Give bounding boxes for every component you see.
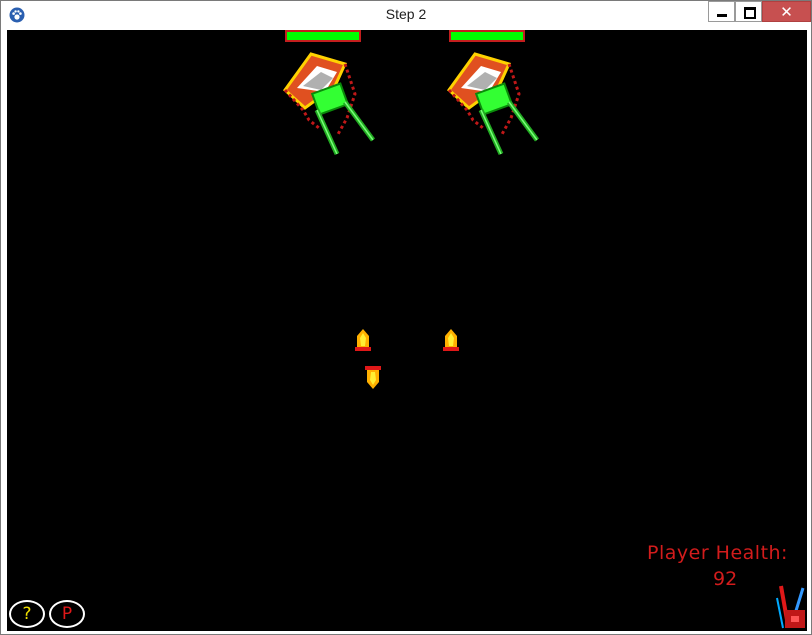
minimize-icon: [717, 14, 727, 17]
maximize-button[interactable]: [735, 1, 762, 22]
player-ship: [776, 585, 805, 629]
bullet: [443, 329, 459, 351]
maximize-icon: [744, 7, 756, 19]
minimize-button[interactable]: [708, 1, 735, 22]
player-health-value: 92: [713, 568, 738, 590]
enemy-ship: [282, 52, 376, 156]
close-icon: ✕: [780, 3, 793, 21]
pause-button[interactable]: P: [49, 600, 85, 628]
enemy-health-fill: [451, 32, 523, 40]
window-title: Step 2: [385, 6, 427, 22]
game-canvas[interactable]: Player Health: 92 ? P: [7, 30, 807, 631]
enemy-health-bar: [449, 30, 525, 42]
enemy-health-fill: [287, 32, 359, 40]
enemy-ship: [446, 52, 540, 156]
bullet: [355, 329, 371, 351]
help-button[interactable]: ?: [9, 600, 45, 628]
bullet: [365, 366, 381, 389]
player-health-label: Player Health:: [647, 542, 788, 564]
title-bar[interactable]: Step 2 ✕: [1, 1, 811, 29]
enemy-health-bar: [285, 30, 361, 42]
game-window: Step 2 ✕ Player Health: 92 ? P: [0, 0, 812, 635]
close-button[interactable]: ✕: [762, 1, 811, 22]
